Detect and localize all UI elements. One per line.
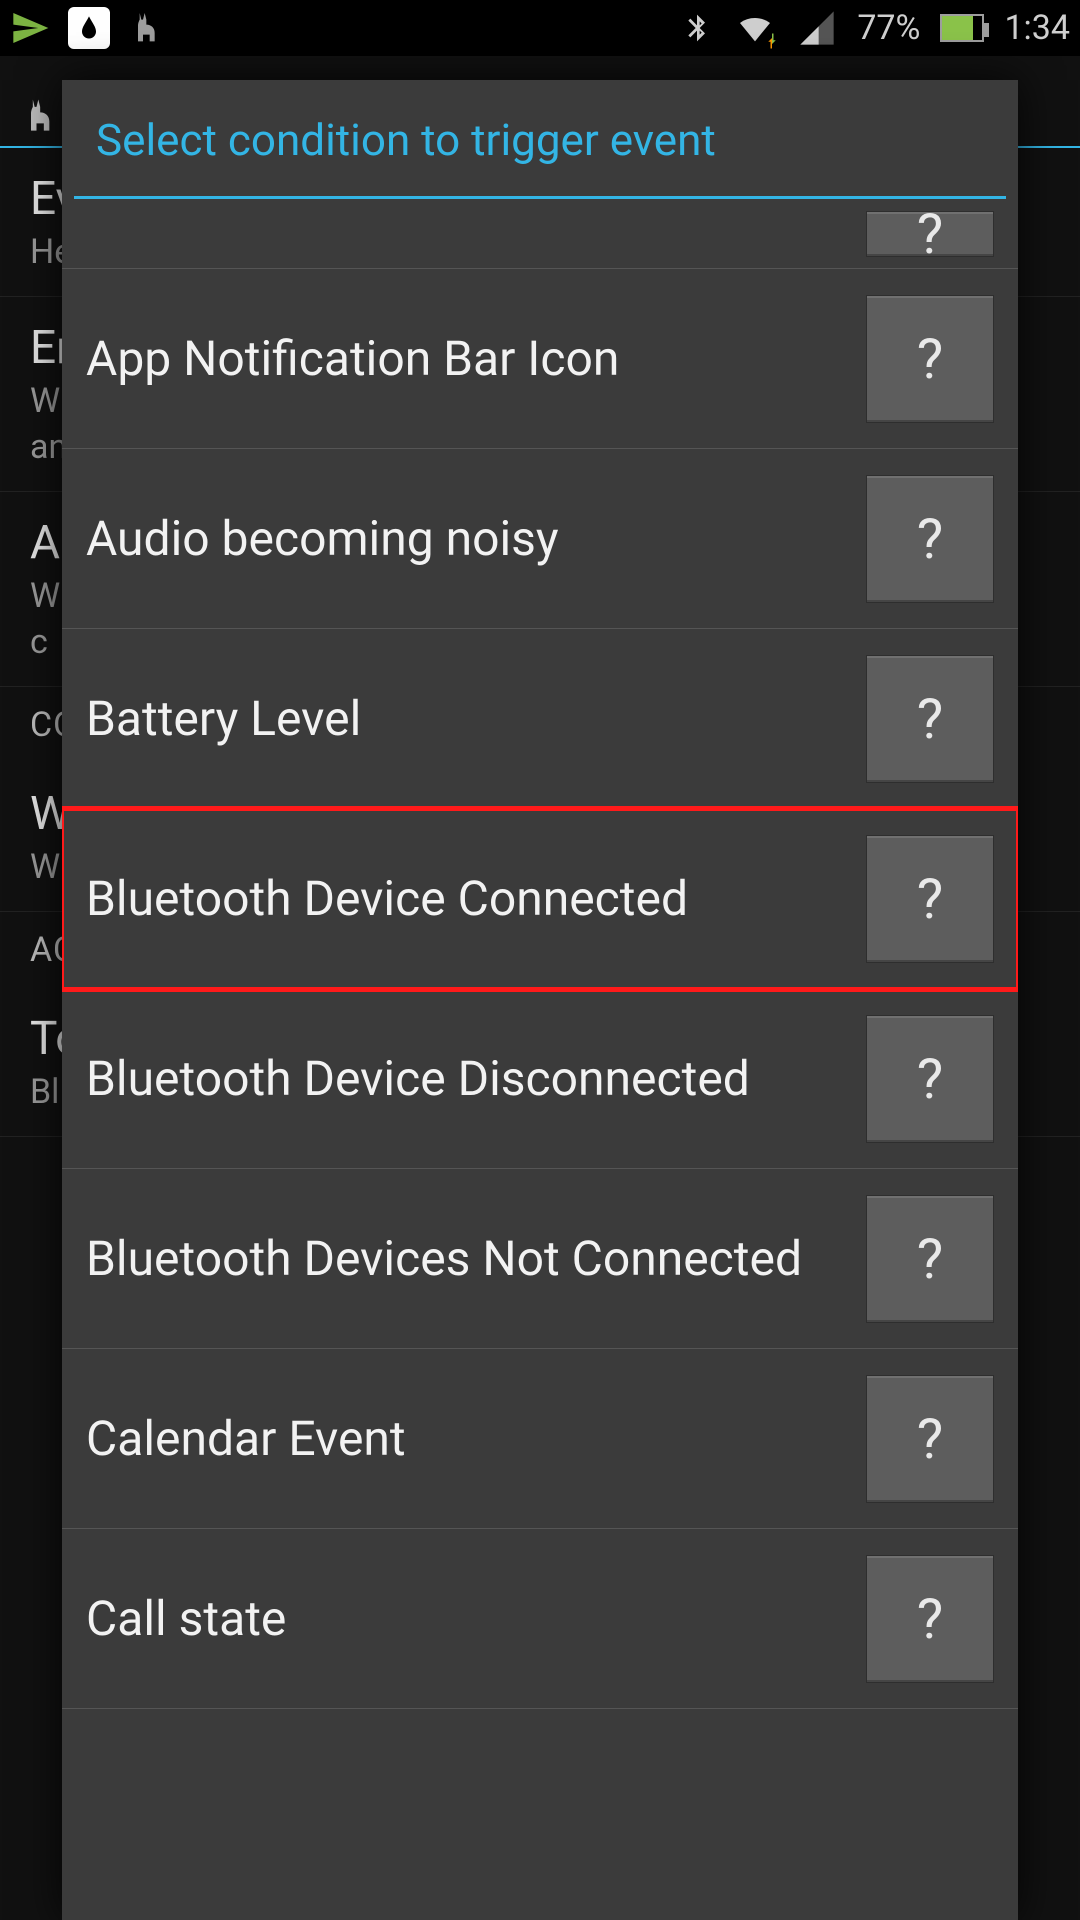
condition-dialog: Select condition to trigger event ? App … bbox=[62, 80, 1018, 1920]
condition-label: Bluetooth Devices Not Connected bbox=[86, 1229, 866, 1289]
condition-list[interactable]: ? App Notification Bar Icon ? Audio beco… bbox=[62, 199, 1018, 1920]
help-button[interactable]: ? bbox=[866, 655, 994, 783]
dialog-title: Select condition to trigger event bbox=[62, 80, 1018, 196]
condition-item-audio-becoming-noisy[interactable]: Audio becoming noisy ? bbox=[62, 449, 1018, 629]
condition-label: Battery Level bbox=[86, 689, 866, 749]
battery-percentage: 77% bbox=[857, 8, 920, 48]
help-button[interactable]: ? bbox=[866, 475, 994, 603]
condition-label: Audio becoming noisy bbox=[86, 509, 866, 569]
condition-item-calendar-event[interactable]: Calendar Event ? bbox=[62, 1349, 1018, 1529]
help-button[interactable]: ? bbox=[866, 835, 994, 963]
condition-label: Bluetooth Device Disconnected bbox=[86, 1049, 866, 1109]
clock: 1:34 bbox=[1004, 8, 1070, 48]
status-bar: 77% 1:34 bbox=[0, 0, 1080, 56]
help-button[interactable]: ? bbox=[866, 1195, 994, 1323]
condition-item-battery-level[interactable]: Battery Level ? bbox=[62, 629, 1018, 809]
paper-plane-icon bbox=[10, 8, 50, 48]
battery-icon bbox=[940, 14, 984, 42]
help-button[interactable]: ? bbox=[866, 211, 994, 257]
wifi-icon bbox=[733, 8, 777, 48]
condition-item-bluetooth-devices-not-connected[interactable]: Bluetooth Devices Not Connected ? bbox=[62, 1169, 1018, 1349]
condition-label: Bluetooth Device Connected bbox=[86, 869, 866, 929]
help-button[interactable]: ? bbox=[866, 1015, 994, 1143]
condition-label: App Notification Bar Icon bbox=[86, 329, 866, 389]
condition-label: Call state bbox=[86, 1589, 866, 1649]
condition-item-partial[interactable]: ? bbox=[62, 199, 1018, 269]
llama-app-icon bbox=[20, 94, 64, 138]
bluetooth-icon bbox=[681, 8, 713, 48]
llama-icon bbox=[128, 8, 168, 48]
help-button[interactable]: ? bbox=[866, 295, 994, 423]
drop-app-icon bbox=[68, 7, 110, 49]
condition-item-call-state[interactable]: Call state ? bbox=[62, 1529, 1018, 1709]
condition-item-bluetooth-device-disconnected[interactable]: Bluetooth Device Disconnected ? bbox=[62, 989, 1018, 1169]
help-button[interactable]: ? bbox=[866, 1375, 994, 1503]
condition-item-app-notification-bar-icon[interactable]: App Notification Bar Icon ? bbox=[62, 269, 1018, 449]
condition-item-bluetooth-device-connected[interactable]: Bluetooth Device Connected ? bbox=[62, 809, 1018, 989]
cell-signal-icon bbox=[797, 8, 837, 48]
condition-label: Calendar Event bbox=[86, 1409, 866, 1469]
help-button[interactable]: ? bbox=[866, 1555, 994, 1683]
